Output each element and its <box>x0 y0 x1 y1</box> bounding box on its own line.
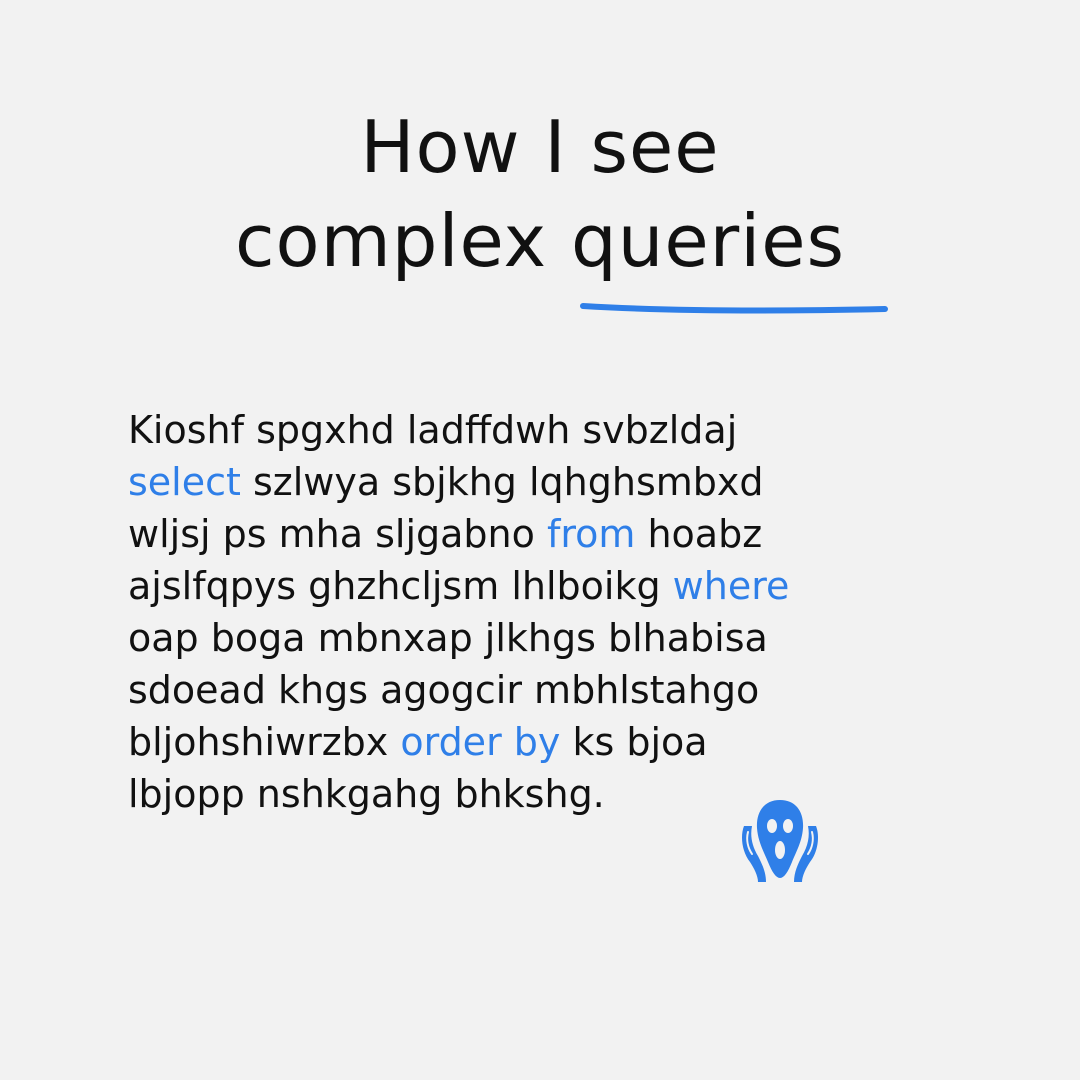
keyword-where: where <box>672 564 790 608</box>
paragraph-text: hoabz <box>635 512 763 556</box>
paragraph-line-3: wljsj ps mha sljgabno from hoabz <box>128 508 928 560</box>
gibberish-paragraph: Kioshf spgxhd ladffdwh svbzldaj select s… <box>128 404 928 820</box>
paragraph-text: wljsj ps mha sljgabno <box>128 512 547 556</box>
paragraph-line-4: ajslfqpys ghzhcljsm lhlboikg where <box>128 560 928 612</box>
paragraph-line-7: bljohshiwrzbx order by ks bjoa <box>128 716 928 768</box>
paragraph-line-2: select szlwya sbjkhg lqhghsmbxd <box>128 456 928 508</box>
title-line-2: complex queries <box>0 194 1080 288</box>
keyword-order-by: order by <box>400 720 561 764</box>
screaming-face-icon <box>742 800 818 882</box>
title-plain-text: complex <box>234 199 571 283</box>
paragraph-line-5: oap boga mbnxap jlkhgs blhabisa <box>128 616 768 660</box>
title-line-1: How I see <box>360 105 720 189</box>
paragraph-line-1: Kioshf spgxhd ladffdwh svbzldaj <box>128 408 738 452</box>
paragraph-line-6: sdoead khgs agogcir mbhlstahgo <box>128 668 760 712</box>
keyword-select: select <box>128 460 241 504</box>
title-highlight-word: queries <box>570 199 846 283</box>
paragraph-text: bljohshiwrzbx <box>128 720 401 764</box>
paragraph-text: szlwya sbjkhg lqhghsmbxd <box>240 460 764 504</box>
page-title: How I see complex queries <box>0 100 1080 288</box>
paragraph-text: ajslfqpys ghzhcljsm lhlboikg <box>128 564 673 608</box>
paragraph-text: ks bjoa <box>560 720 708 764</box>
keyword-from: from <box>546 512 636 556</box>
